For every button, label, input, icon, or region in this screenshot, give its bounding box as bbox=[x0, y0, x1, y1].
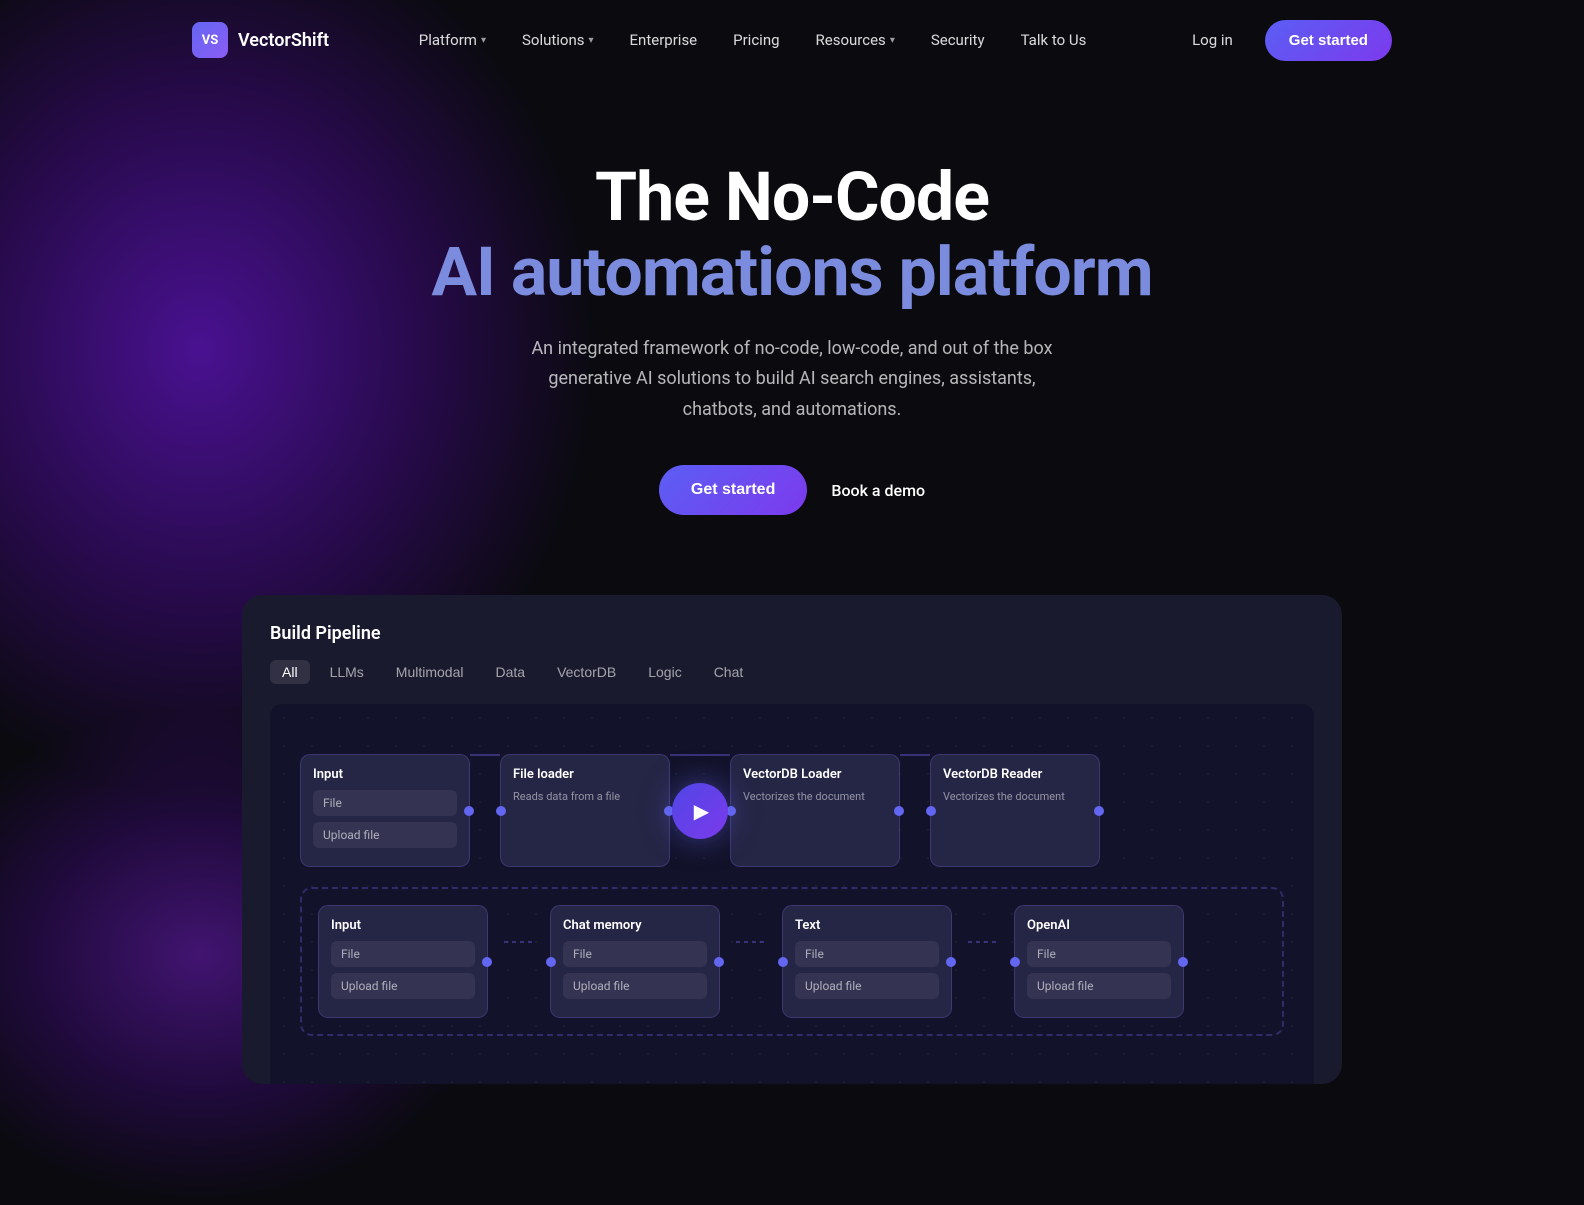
chevron-down-icon: ▾ bbox=[481, 35, 486, 46]
nav-links: Platform ▾ Solutions ▾ Enterprise Pricin… bbox=[405, 23, 1101, 57]
node-row-2-group: Input File Upload file Chat memory File … bbox=[300, 887, 1284, 1036]
node-input-2: Input File Upload file bbox=[318, 905, 488, 1018]
play-icon: ▶ bbox=[694, 799, 709, 823]
hero-title: The No-Code AI automations platform bbox=[20, 160, 1564, 310]
hero-get-started-button[interactable]: Get started bbox=[659, 465, 807, 515]
connector-left-icon bbox=[926, 806, 936, 816]
nav-item-platform[interactable]: Platform ▾ bbox=[405, 23, 500, 57]
node-field-upload-3: Upload file bbox=[563, 973, 707, 999]
logo-text: VectorShift bbox=[238, 30, 329, 51]
tab-chat[interactable]: Chat bbox=[702, 660, 756, 684]
hero-book-demo-link[interactable]: Book a demo bbox=[831, 481, 925, 500]
connector-right-icon bbox=[482, 957, 492, 967]
get-started-nav-button[interactable]: Get started bbox=[1265, 20, 1392, 61]
node-field-file-4: File bbox=[795, 941, 939, 967]
connector-line bbox=[900, 754, 930, 756]
node-row-1: Input File Upload file File loader Reads… bbox=[300, 754, 1284, 867]
node-input-1: Input File Upload file bbox=[300, 754, 470, 867]
node-file-loader: File loader Reads data from a file bbox=[500, 754, 670, 867]
navbar: VS VectorShift Platform ▾ Solutions ▾ En… bbox=[0, 0, 1584, 80]
chevron-down-icon: ▾ bbox=[589, 35, 594, 46]
tab-data[interactable]: Data bbox=[484, 660, 538, 684]
pipeline-card: Build Pipeline All LLMs Multimodal Data … bbox=[242, 595, 1342, 1084]
hero-title-line1: The No-Code bbox=[20, 160, 1564, 235]
node-field-upload-2: Upload file bbox=[331, 973, 475, 999]
connector-left-icon bbox=[546, 957, 556, 967]
hero-buttons: Get started Book a demo bbox=[20, 465, 1564, 515]
tab-logic[interactable]: Logic bbox=[636, 660, 693, 684]
pipeline-title: Build Pipeline bbox=[270, 623, 1314, 644]
node-field-file-5: File bbox=[1027, 941, 1171, 967]
tab-all[interactable]: All bbox=[270, 660, 310, 684]
node-field-file-1: File bbox=[313, 790, 457, 816]
connector-left-icon bbox=[1010, 957, 1020, 967]
connector-right-icon bbox=[1094, 806, 1104, 816]
dashed-connector-line bbox=[968, 941, 998, 943]
logo-link[interactable]: VS VectorShift bbox=[192, 22, 329, 58]
node-vectordb-reader: VectorDB Reader Vectorizes the document bbox=[930, 754, 1100, 867]
tab-vectordb[interactable]: VectorDB bbox=[545, 660, 628, 684]
pipeline-section: Build Pipeline All LLMs Multimodal Data … bbox=[0, 595, 1584, 1084]
node-vectordb-loader: VectorDB Loader Vectorizes the document bbox=[730, 754, 900, 867]
connector-right-icon bbox=[946, 957, 956, 967]
connector-left-icon bbox=[496, 806, 506, 816]
nav-actions: Log in Get started bbox=[1176, 20, 1392, 61]
node-field-upload-5: Upload file bbox=[1027, 973, 1171, 999]
node-text: Text File Upload file bbox=[782, 905, 952, 1018]
node-field-upload-4: Upload file bbox=[795, 973, 939, 999]
node-field-upload-1: Upload file bbox=[313, 822, 457, 848]
logo-icon: VS bbox=[192, 22, 228, 58]
connector-right-icon bbox=[1178, 957, 1188, 967]
nav-item-security[interactable]: Security bbox=[917, 23, 999, 57]
node-chat-memory: Chat memory File Upload file bbox=[550, 905, 720, 1018]
hero-subtitle: An integrated framework of no-code, low-… bbox=[512, 334, 1072, 426]
dashed-connector-line bbox=[504, 941, 534, 943]
pipeline-tabs: All LLMs Multimodal Data VectorDB Logic … bbox=[270, 660, 1314, 684]
connector-line bbox=[700, 754, 730, 756]
nav-item-resources[interactable]: Resources ▾ bbox=[802, 23, 909, 57]
nav-item-talk-to-us[interactable]: Talk to Us bbox=[1007, 23, 1101, 57]
tab-llms[interactable]: LLMs bbox=[318, 660, 376, 684]
nav-item-solutions[interactable]: Solutions ▾ bbox=[508, 23, 608, 57]
play-button[interactable]: ▶ bbox=[672, 783, 728, 839]
tab-multimodal[interactable]: Multimodal bbox=[384, 660, 476, 684]
connector-line bbox=[670, 754, 700, 756]
connector-right-icon bbox=[714, 957, 724, 967]
dashed-connector-line bbox=[736, 941, 766, 943]
connector-right-icon bbox=[894, 806, 904, 816]
node-field-file-3: File bbox=[563, 941, 707, 967]
connector-line bbox=[470, 754, 500, 756]
chevron-down-icon: ▾ bbox=[890, 35, 895, 46]
pipeline-canvas: Input File Upload file File loader Reads… bbox=[270, 704, 1314, 1084]
node-field-file-2: File bbox=[331, 941, 475, 967]
canvas-content: Input File Upload file File loader Reads… bbox=[300, 754, 1284, 1036]
hero-section: The No-Code AI automations platform An i… bbox=[0, 80, 1584, 575]
login-button[interactable]: Log in bbox=[1176, 23, 1249, 57]
nav-item-pricing[interactable]: Pricing bbox=[719, 23, 793, 57]
hero-title-line2: AI automations platform bbox=[20, 235, 1564, 310]
connector-right-icon bbox=[464, 806, 474, 816]
nav-item-enterprise[interactable]: Enterprise bbox=[616, 23, 712, 57]
node-openai: OpenAI File Upload file bbox=[1014, 905, 1184, 1018]
connector-left-icon bbox=[778, 957, 788, 967]
